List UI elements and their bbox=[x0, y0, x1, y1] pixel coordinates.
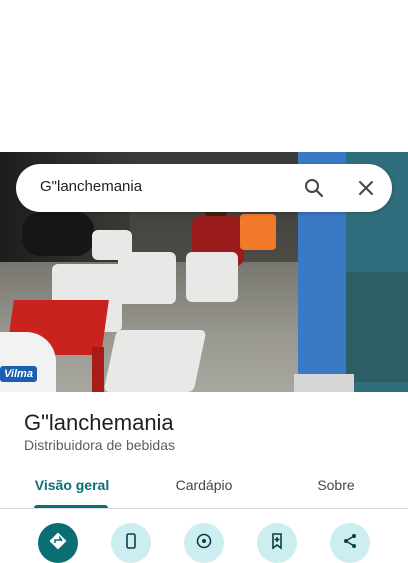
place-title: G"lanchemania bbox=[24, 410, 174, 435]
search-icon[interactable] bbox=[302, 176, 326, 200]
search-bar[interactable]: G"lanchemania bbox=[16, 164, 392, 212]
save-button[interactable] bbox=[257, 523, 297, 563]
share-button[interactable] bbox=[330, 523, 370, 563]
tab-menu[interactable]: Cardápio bbox=[156, 468, 252, 508]
map-blank-area bbox=[0, 0, 408, 152]
phone-icon bbox=[126, 533, 136, 549]
navigation-icon bbox=[196, 533, 212, 549]
call-button[interactable] bbox=[111, 523, 151, 563]
share-icon bbox=[344, 534, 356, 548]
place-tabs: Visão geral Cardápio Sobre bbox=[0, 468, 408, 509]
motorcycle bbox=[22, 212, 94, 256]
directions-icon bbox=[49, 532, 67, 550]
shirt-sign-text: Vilma bbox=[0, 366, 37, 382]
tab-about[interactable]: Sobre bbox=[288, 468, 384, 508]
close-icon[interactable] bbox=[354, 176, 378, 200]
start-navigation-button[interactable] bbox=[184, 523, 224, 563]
active-tab-indicator bbox=[34, 505, 108, 508]
tab-overview[interactable]: Visão geral bbox=[24, 468, 120, 508]
save-icon bbox=[272, 533, 282, 550]
directions-button[interactable] bbox=[38, 523, 78, 563]
place-category[interactable]: Distribuidora de bebidas bbox=[24, 437, 175, 453]
search-input[interactable]: G"lanchemania bbox=[40, 178, 142, 195]
